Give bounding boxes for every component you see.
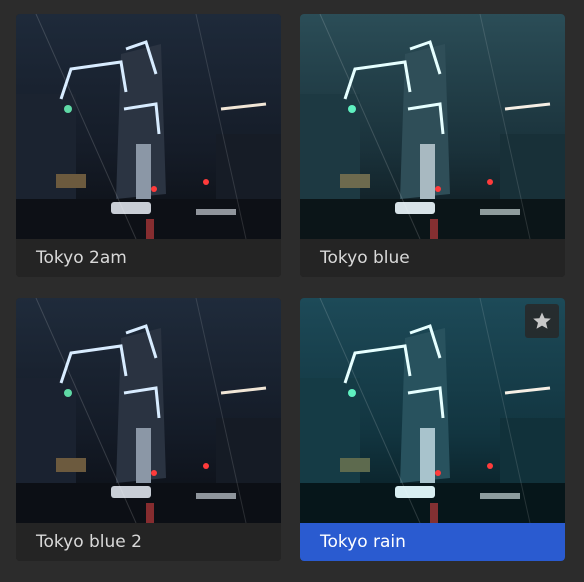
preset-label: Tokyo 2am xyxy=(16,239,281,277)
preset-card-tokyo-2am[interactable]: Tokyo 2am xyxy=(16,14,281,277)
preset-label: Tokyo blue xyxy=(300,239,565,277)
preset-label: Tokyo blue 2 xyxy=(16,523,281,561)
preset-card-tokyo-blue-2[interactable]: Tokyo blue 2 xyxy=(16,298,281,561)
preset-label: Tokyo rain xyxy=(300,523,565,561)
preset-thumbnail xyxy=(300,14,565,239)
preset-thumbnail xyxy=(16,298,281,523)
preset-card-tokyo-rain[interactable]: Tokyo rain xyxy=(300,298,565,561)
preset-thumbnail xyxy=(16,14,281,239)
star-icon[interactable] xyxy=(525,304,559,338)
preset-card-tokyo-blue[interactable]: Tokyo blue xyxy=(300,14,565,277)
preset-grid: Tokyo 2am Tokyo blue Tokyo blue 2 Tokyo … xyxy=(0,0,584,582)
